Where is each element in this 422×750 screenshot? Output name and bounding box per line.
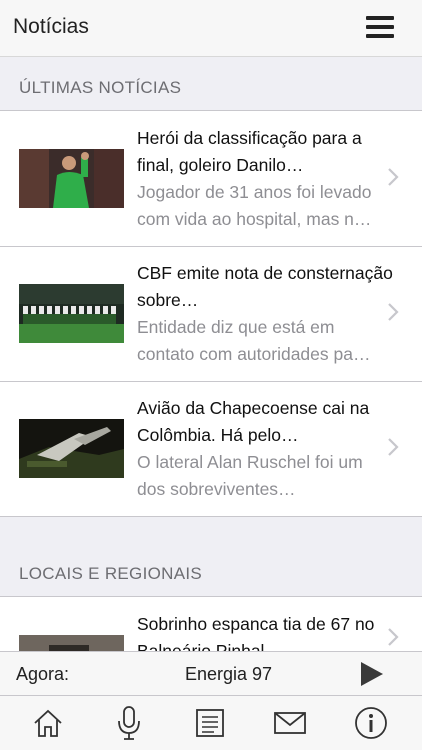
news-headline: Herói da classificação para a final, gol… [137,128,362,175]
hamburger-menu-icon[interactable] [366,16,394,38]
radio-player-bar: Agora: Energia 97 [0,651,422,696]
news-thumbnail [19,635,124,651]
info-icon [355,707,387,739]
now-playing-label: Agora: [16,664,70,684]
home-icon [34,709,62,737]
tab-bar [0,696,422,750]
tab-home[interactable] [28,704,68,742]
news-thumbnail [19,149,124,208]
page-title: Notícias [13,15,89,38]
mail-icon [274,712,306,734]
news-text: CBF emite nota de consternação sobre… En… [137,260,395,368]
chevron-right-icon [388,628,399,646]
section-title-latest: ÚLTIMAS NOTÍCIAS [19,78,182,97]
news-summary: Jogador de 31 anos foi levado com vida a… [137,182,372,229]
tab-audio[interactable] [109,704,149,742]
news-item[interactable]: CBF emite nota de consternação sobre… En… [0,246,422,381]
play-icon[interactable] [360,661,384,687]
news-item[interactable]: Herói da classificação para a final, gol… [0,111,422,246]
chevron-right-icon [388,438,399,456]
news-text: Herói da classificação para a final, gol… [137,125,395,233]
tab-info[interactable] [351,704,391,742]
news-headline: Avião da Chapecoense cai na Colômbia. Há… [137,398,370,445]
chevron-right-icon [388,303,399,321]
news-item[interactable]: Avião da Chapecoense cai na Colômbia. Há… [0,381,422,516]
news-summary: O lateral Alan Ruschel foi um dos sobrev… [137,452,363,499]
app-header: Notícias [0,0,422,57]
news-summary: Entidade diz que está em contato com aut… [137,317,371,364]
chevron-right-icon [388,168,399,186]
news-text: Sobrinho espanca tia de 67 no Balneário … [137,611,395,651]
station-name: Energia 97 [185,664,273,684]
tab-news[interactable] [190,704,230,742]
news-text: Avião da Chapecoense cai na Colômbia. Há… [137,395,395,503]
news-icon [196,709,224,737]
news-thumbnail [19,284,124,343]
section-title-regional: LOCAIS E REGIONAIS [19,564,203,583]
news-item[interactable]: Sobrinho espanca tia de 67 no Balneário … [0,597,422,651]
news-headline: Sobrinho espanca tia de 67 no Balneário … [137,614,375,651]
microphone-icon [118,706,140,740]
news-content[interactable]: ÚLTIMAS NOTÍCIAS Herói da classificação … [0,57,422,651]
latest-news-list: Herói da classificação para a final, gol… [0,110,422,517]
news-headline: CBF emite nota de consternação sobre… [137,263,393,310]
news-thumbnail [19,419,124,478]
regional-news-list: Sobrinho espanca tia de 67 no Balneário … [0,596,422,651]
tab-contact[interactable] [270,704,310,742]
